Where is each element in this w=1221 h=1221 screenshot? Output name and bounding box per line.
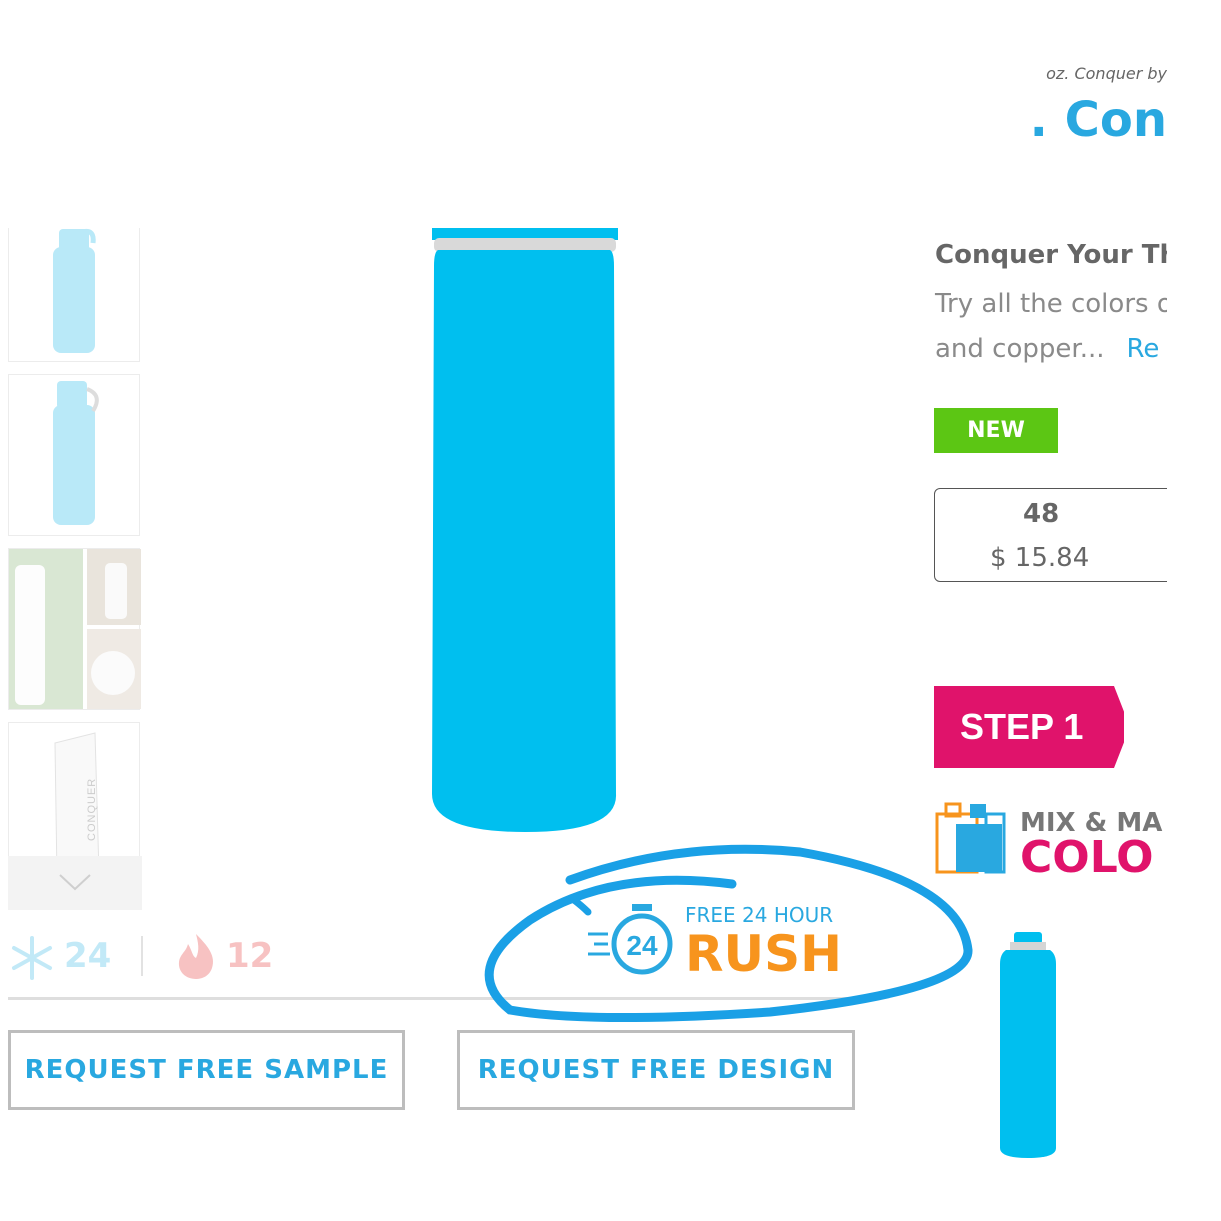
- request-free-design-button[interactable]: REQUEST FREE DESIGN: [457, 1030, 855, 1110]
- step-1-label: STEP 1: [960, 706, 1083, 747]
- price-tier-box[interactable]: 48 $ 15.84: [934, 488, 1167, 582]
- thumbnail-3[interactable]: [8, 548, 141, 710]
- request-free-sample-button[interactable]: REQUEST FREE SAMPLE: [8, 1030, 405, 1110]
- highlight-scribble: [484, 844, 973, 1023]
- snow-count: 24: [64, 936, 112, 976]
- description-line-1: Try all the colors o: [935, 289, 1167, 319]
- thumbnail-2[interactable]: [8, 374, 140, 536]
- new-badge: NEW: [934, 408, 1058, 453]
- floating-bottle-image: [1000, 932, 1056, 1158]
- price-tier-price: $ 15.84: [990, 543, 1090, 573]
- snowflake-icon: [12, 936, 52, 980]
- product-title: . Con: [1029, 92, 1167, 148]
- thumbnail-scroll-down-button[interactable]: [8, 856, 142, 910]
- description-line-2: and copper... Re: [935, 334, 1160, 364]
- read-more-link[interactable]: Re: [1126, 334, 1159, 364]
- fire-count: 12: [226, 936, 274, 976]
- thumbnail-1[interactable]: [8, 228, 140, 362]
- svg-text:CONQUER: CONQUER: [86, 778, 98, 841]
- price-tier-quantity: 48: [1023, 499, 1060, 529]
- fire-icon: [178, 934, 214, 979]
- description-heading: Conquer Your Th: [935, 240, 1167, 270]
- stats-divider: [141, 936, 143, 976]
- mix-match-line2: COLO: [1020, 832, 1154, 883]
- chevron-down-icon: [59, 874, 91, 891]
- thumbnail-strip: CONQUER: [8, 228, 142, 910]
- step-1-banner: STEP 1: [934, 686, 1124, 768]
- breadcrumb[interactable]: oz. Conquer by: [1046, 64, 1167, 83]
- main-product-image: [432, 228, 618, 832]
